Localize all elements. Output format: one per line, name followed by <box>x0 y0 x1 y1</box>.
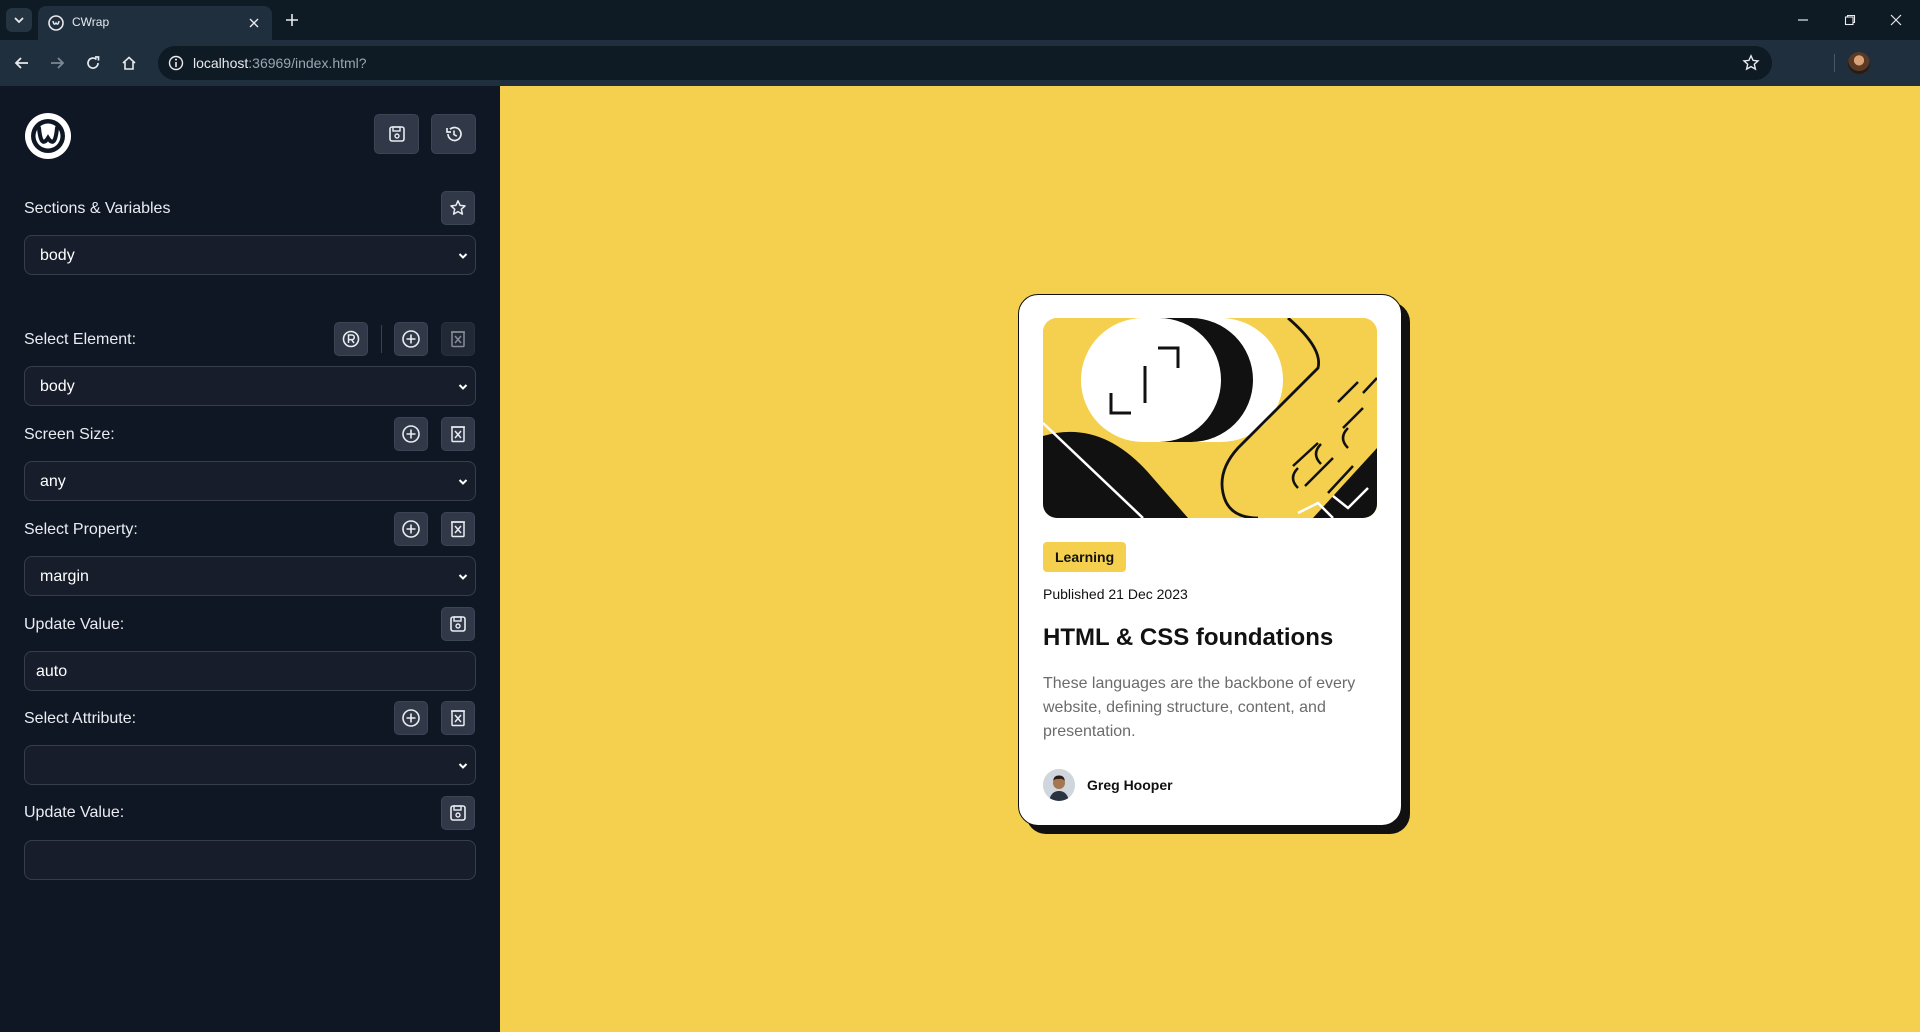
home-icon <box>122 56 136 70</box>
reload-button[interactable] <box>79 49 107 77</box>
browser-tab[interactable]: CWrap <box>38 6 272 40</box>
author-name: Greg Hooper <box>1087 777 1173 793</box>
floppy-disk-icon <box>388 126 405 142</box>
attribute-value-input[interactable] <box>24 840 476 880</box>
arrow-left-icon <box>14 57 28 69</box>
chevron-down-icon <box>14 17 24 24</box>
reload-icon <box>87 56 100 69</box>
arrow-right-icon <box>51 57 65 69</box>
author-avatar <box>1043 769 1075 801</box>
url-host: localhost <box>193 55 249 71</box>
trash-icon <box>451 331 465 348</box>
select-property-label: Select Property: <box>24 521 138 538</box>
toolbar-divider <box>1834 54 1835 72</box>
close-window-button[interactable] <box>1873 6 1919 34</box>
save-attribute-value-button[interactable] <box>441 796 475 830</box>
history-icon <box>445 126 462 142</box>
delete-element-button[interactable] <box>441 322 475 356</box>
url-text: localhost:36969/index.html? <box>193 55 367 71</box>
floppy-disk-icon <box>450 805 466 821</box>
save-project-button[interactable] <box>374 114 419 154</box>
minimize-button[interactable] <box>1780 6 1826 34</box>
close-icon <box>1890 14 1902 26</box>
card-description: These languages are the backbone of ever… <box>1043 675 1356 740</box>
address-bar[interactable]: localhost:36969/index.html? <box>158 46 1772 80</box>
update-value-label: Update Value: <box>24 616 125 633</box>
chevron-down-icon <box>458 384 468 390</box>
update-attribute-value-label: Update Value: <box>24 804 125 821</box>
favorite-button[interactable] <box>441 191 475 225</box>
save-property-value-button[interactable] <box>441 607 475 641</box>
plus-circle-icon <box>402 330 420 348</box>
chevron-down-icon <box>458 479 468 485</box>
back-button[interactable] <box>8 49 36 77</box>
add-screen-size-button[interactable] <box>394 417 428 451</box>
chevron-down-icon <box>458 574 468 580</box>
restore-icon <box>1844 14 1856 26</box>
delete-attribute-button[interactable] <box>441 701 475 735</box>
element-select[interactable]: body <box>24 366 476 406</box>
star-icon <box>450 200 466 215</box>
delete-property-button[interactable] <box>441 512 475 546</box>
plus-circle-icon <box>402 520 420 538</box>
floppy-disk-icon <box>450 616 466 632</box>
tab-title: CWrap <box>72 15 110 29</box>
add-property-button[interactable] <box>394 512 428 546</box>
person-avatar-icon <box>1043 769 1075 801</box>
tab-close-button[interactable] <box>244 13 264 33</box>
property-select-value: margin <box>40 568 89 585</box>
element-select-value: body <box>40 378 75 395</box>
trash-icon <box>451 710 465 727</box>
property-value-text: auto <box>36 663 68 680</box>
sections-select[interactable]: body <box>24 235 476 275</box>
restore-button[interactable] <box>1827 6 1873 34</box>
pick-element-button[interactable] <box>334 322 368 356</box>
select-attribute-label: Select Attribute: <box>24 710 137 727</box>
plus-circle-icon <box>402 425 420 443</box>
plus-circle-icon <box>402 709 420 727</box>
minimize-icon <box>1798 19 1808 21</box>
attribute-select[interactable] <box>24 745 476 785</box>
browser-tab-bar: CWrap <box>0 0 1920 40</box>
trash-icon <box>451 426 465 443</box>
forward-button[interactable] <box>43 49 71 77</box>
button-divider <box>381 325 382 353</box>
screen-size-label: Screen Size: <box>24 426 115 443</box>
chevron-down-icon <box>458 763 468 769</box>
profile-avatar[interactable] <box>1848 52 1870 74</box>
card-illustration <box>1043 318 1377 518</box>
cwrap-favicon-icon <box>48 15 64 31</box>
screen-size-select[interactable]: any <box>24 461 476 501</box>
chevron-down-icon <box>458 253 468 259</box>
delete-screen-size-button[interactable] <box>441 417 475 451</box>
home-button[interactable] <box>115 49 143 77</box>
property-select[interactable]: margin <box>24 556 476 596</box>
new-tab-button[interactable] <box>280 8 304 32</box>
illustration-image <box>1043 318 1377 518</box>
add-element-button[interactable] <box>394 322 428 356</box>
plus-icon <box>286 14 298 26</box>
trash-icon <box>451 521 465 538</box>
site-info-icon[interactable] <box>168 55 184 71</box>
close-icon <box>249 18 259 28</box>
property-value-input[interactable]: auto <box>24 651 476 691</box>
category-tag: Learning <box>1043 542 1127 572</box>
bookmark-star-icon[interactable] <box>1742 54 1760 72</box>
published-date: Published 21 Dec 2023 <box>1043 586 1188 602</box>
cwrap-logo-icon <box>25 113 71 159</box>
tab-search-button[interactable] <box>6 8 32 32</box>
url-path: :36969/index.html? <box>248 55 367 71</box>
select-element-label: Select Element: <box>24 331 137 348</box>
element-picker-icon <box>342 330 360 348</box>
screen-size-select-value: any <box>40 473 66 490</box>
history-button[interactable] <box>431 114 476 154</box>
card-title[interactable]: HTML & CSS foundations <box>1043 624 1333 652</box>
sections-label: Sections & Variables <box>24 200 171 217</box>
sections-select-value: body <box>40 247 75 264</box>
add-attribute-button[interactable] <box>394 701 428 735</box>
